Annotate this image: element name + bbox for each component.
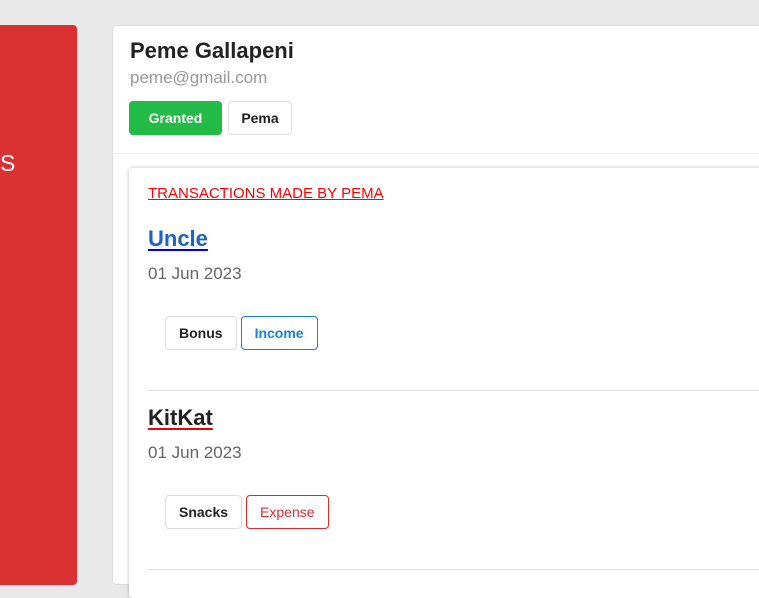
sidebar-text: S [0,150,16,176]
sidebar-panel: S [0,25,77,585]
user-tag-button[interactable]: Pema [228,101,292,135]
divider [113,153,759,154]
transaction-name-link[interactable]: Uncle [148,226,759,252]
transaction-item: Uncle 01 Jun 2023 Bonus Income [148,226,759,350]
transaction-name-link[interactable]: KitKat [148,405,759,431]
transaction-item: KitKat 01 Jun 2023 Snacks Expense [148,405,759,529]
divider [148,569,759,570]
category-tag[interactable]: Snacks [165,495,243,529]
type-tag-expense[interactable]: Expense [246,495,329,529]
type-tag-income[interactable]: Income [240,316,318,350]
transactions-card: TRANSACTIONS MADE BY PEMA Uncle 01 Jun 2… [129,168,759,598]
transactions-title: TRANSACTIONS MADE BY PEMA [148,185,384,202]
user-email: peme@gmail.com [130,68,268,87]
user-card: Peme Gallapeni peme@gmail.com Granted Pe… [112,25,759,598]
granted-button[interactable]: Granted [129,101,222,135]
divider [148,390,759,391]
transaction-date: 01 Jun 2023 [148,443,242,462]
user-name: Peme Gallapeni [130,38,294,63]
transaction-date: 01 Jun 2023 [148,264,242,283]
category-tag[interactable]: Bonus [165,316,237,350]
